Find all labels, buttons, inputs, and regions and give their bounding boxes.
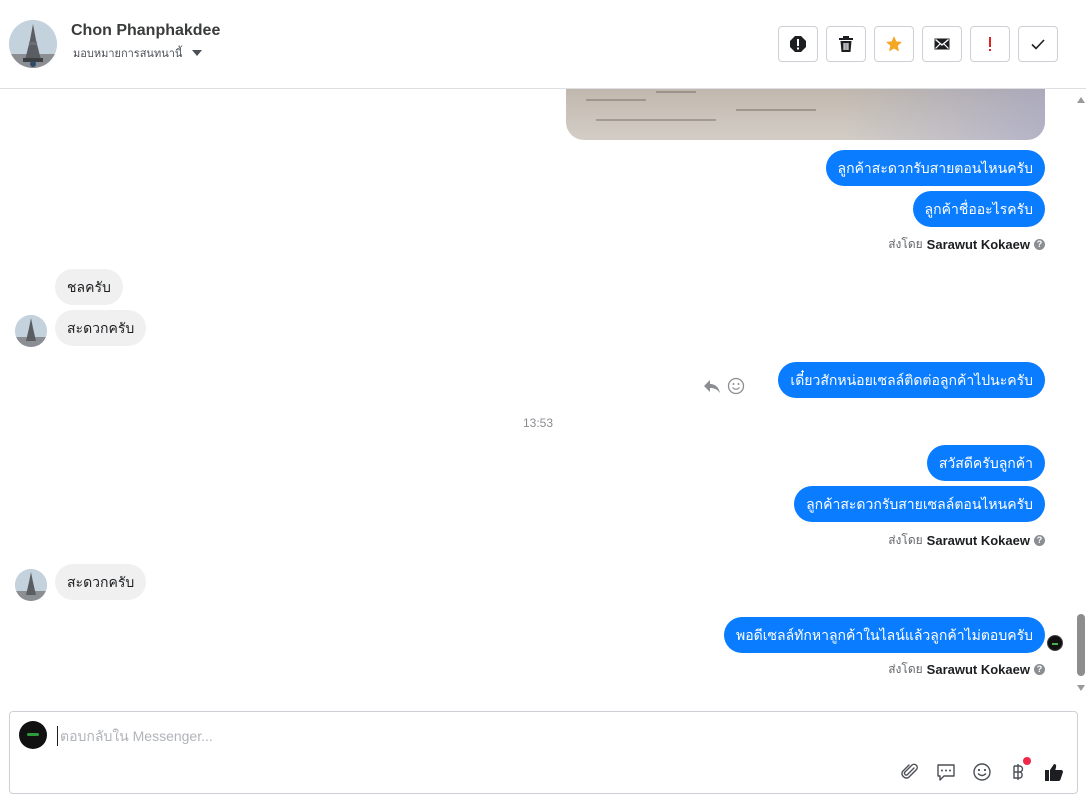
assign-label: มอบหมายการสนทนานี้ xyxy=(73,48,183,60)
caret-down-icon xyxy=(192,50,203,56)
sent-by-label: ส่งโดย Sarawut Kokaew ? xyxy=(888,660,1045,679)
follow-up-button[interactable] xyxy=(970,26,1010,62)
mark-unread-button[interactable] xyxy=(922,26,962,62)
contact-avatar-small xyxy=(15,315,47,347)
like-icon xyxy=(1045,764,1063,781)
timestamp: 13:53 xyxy=(522,416,554,430)
attach-button[interactable] xyxy=(899,761,921,783)
outgoing-message[interactable]: ลูกค้าชื่ออะไรครับ xyxy=(912,191,1045,227)
sent-by-prefix: ส่งโดย xyxy=(888,662,923,676)
star-button[interactable] xyxy=(874,26,914,62)
react-emoji-icon[interactable] xyxy=(727,377,745,395)
saved-replies-button[interactable] xyxy=(935,761,957,783)
reply-input[interactable] xyxy=(57,726,957,746)
spam-button[interactable] xyxy=(778,26,818,62)
incoming-message[interactable]: ชลครับ xyxy=(55,269,123,305)
contact-avatar-small xyxy=(15,569,47,601)
reply-composer xyxy=(9,711,1078,794)
composer-tools xyxy=(899,757,1065,783)
sender-name: Sarawut Kokaew xyxy=(926,662,1030,677)
sent-by-label: ส่งโดย Sarawut Kokaew ? xyxy=(888,235,1045,254)
paperclip-icon xyxy=(901,763,918,779)
sent-by-label: ส่งโดย Sarawut Kokaew ? xyxy=(888,531,1045,550)
checkmark-icon xyxy=(1031,39,1045,50)
sender-name: Sarawut Kokaew xyxy=(926,237,1030,252)
conversation-header: Chon Phanphakdee มอบหมายการสนทนานี้ xyxy=(0,0,1086,89)
emoji-icon xyxy=(973,763,991,781)
envelope-icon xyxy=(934,38,950,50)
delete-button[interactable] xyxy=(826,26,866,62)
incoming-message[interactable]: สะดวกครับ xyxy=(55,564,147,600)
message-tools xyxy=(703,377,745,395)
help-icon[interactable]: ? xyxy=(1034,664,1045,675)
message-thread[interactable]: ลูกค้าสะดวกรับสายตอนไหนครับ ลูกค้าชื่ออะ… xyxy=(0,89,1076,695)
exclamation-icon xyxy=(989,37,991,51)
scroll-up-arrow-icon[interactable] xyxy=(1077,97,1085,103)
thread-scrollbar[interactable] xyxy=(1076,89,1086,695)
outgoing-message[interactable]: ลูกค้าสะดวกรับสายเซลล์ตอนไหนครับ xyxy=(794,486,1045,522)
outgoing-message[interactable]: ลูกค้าสะดวกรับสายตอนไหนครับ xyxy=(825,150,1045,186)
photo-attachment[interactable] xyxy=(566,89,1045,140)
saved-reply-icon xyxy=(937,764,955,781)
outgoing-message[interactable]: เดี๋ยวสักหน่อยเซลล์ติดต่อลูกค้าไปนะครับ xyxy=(778,362,1045,398)
reply-icon[interactable] xyxy=(703,377,721,395)
contact-avatar[interactable] xyxy=(9,20,57,68)
page-avatar xyxy=(19,721,47,749)
contact-name: Chon Phanphakdee xyxy=(71,22,221,39)
sender-name: Sarawut Kokaew xyxy=(926,533,1030,548)
assign-conversation-dropdown[interactable]: มอบหมายการสนทนานี้ xyxy=(73,44,203,62)
trash-icon xyxy=(839,36,853,52)
scrollbar-thumb[interactable] xyxy=(1077,614,1085,676)
outgoing-message[interactable]: พอดีเซลล์ทักหาลูกค้าในไลน์แล้วลูกค้าไม่ต… xyxy=(723,617,1045,653)
payment-button[interactable] xyxy=(1007,757,1031,783)
header-actions xyxy=(778,26,1058,62)
sent-by-prefix: ส่งโดย xyxy=(888,237,923,251)
seen-avatar xyxy=(1047,635,1063,651)
emoji-button[interactable] xyxy=(971,761,993,783)
help-icon[interactable]: ? xyxy=(1034,239,1045,250)
alert-circle-icon xyxy=(790,36,806,52)
baht-payment-icon xyxy=(1013,764,1024,780)
star-icon xyxy=(886,36,902,52)
messenger-inbox: Chon Phanphakdee มอบหมายการสนทนานี้ ลูกค… xyxy=(0,0,1086,803)
incoming-message[interactable]: สะดวกครับ xyxy=(55,310,147,346)
mark-done-button[interactable] xyxy=(1018,26,1058,62)
notification-dot xyxy=(1023,757,1031,765)
help-icon[interactable]: ? xyxy=(1034,535,1045,546)
scroll-down-arrow-icon[interactable] xyxy=(1077,685,1085,691)
outgoing-message[interactable]: สวัสดีครับลูกค้า xyxy=(926,445,1045,481)
like-button[interactable] xyxy=(1043,761,1065,783)
sent-by-prefix: ส่งโดย xyxy=(888,533,923,547)
